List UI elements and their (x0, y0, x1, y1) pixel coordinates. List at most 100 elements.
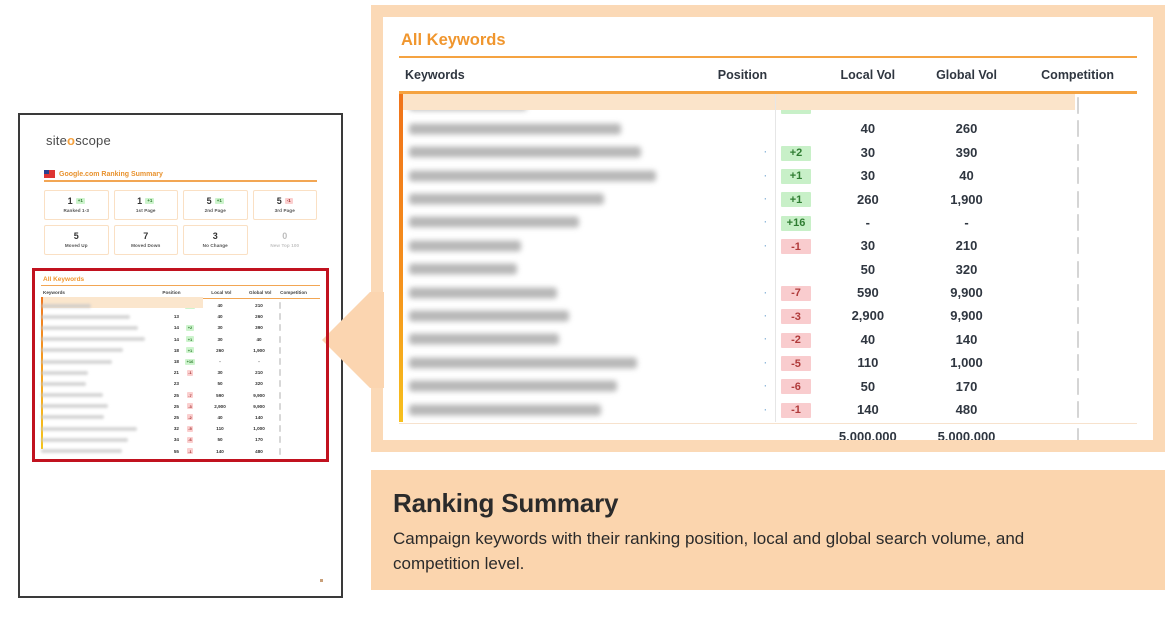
stat-value: 5 (276, 195, 282, 206)
stat-value-row: 3 (212, 230, 218, 241)
caption-panel: Ranking Summary Campaign keywords with t… (371, 470, 1165, 590)
blurred-keyword-text (409, 123, 621, 135)
stat-change-badge: +1 (75, 197, 85, 205)
position-cell: · (764, 194, 768, 205)
global-vol-cell: 480 (955, 402, 978, 418)
competition-cell (1018, 377, 1137, 395)
competition-cell (1018, 167, 1137, 185)
global-vol-cell: 390 (955, 144, 978, 160)
stat-value-row: 1 +1 (68, 196, 85, 206)
column-header-competition: Competition (1041, 68, 1115, 83)
stat-box-2nd-page[interactable]: 5 +1 2nd Page (183, 189, 248, 220)
stat-box-moved-down[interactable]: 7 Moved Down (113, 224, 178, 255)
blurred-keyword-text (409, 380, 617, 392)
global-vol-cell: 320 (955, 261, 978, 277)
position-cell: · (764, 334, 768, 345)
stat-caption: 1st Page (135, 207, 156, 213)
competition-cell (1018, 354, 1137, 372)
table-header-row: Keywords Position Local Vol Global Vol C… (399, 60, 1137, 91)
table-row[interactable]: · +1 30 40 (399, 164, 1137, 187)
change-cell: +2 (771, 144, 821, 161)
keyword-cell (399, 351, 692, 374)
competition-cell (1018, 143, 1137, 161)
local-vol-cell: 30 (860, 168, 876, 184)
stat-box-moved-up[interactable]: 5 Moved Up (44, 224, 109, 255)
table-row[interactable]: · -5 110 1,000 (399, 351, 1137, 374)
global-vol-cell: - (964, 214, 969, 230)
table-row[interactable]: 40 260 (399, 117, 1137, 140)
stat-value: 7 (143, 230, 149, 241)
competition-bar (1076, 143, 1079, 161)
position-cell: · (764, 357, 768, 368)
local-vol-cell: - (865, 214, 871, 230)
table-row[interactable]: · -3 2,900 9,900 (399, 304, 1137, 327)
table-row[interactable]: · +16 - - (399, 211, 1137, 234)
keyword-cell (399, 398, 692, 421)
stat-value: 1 (137, 195, 143, 206)
position-cell: · (764, 310, 768, 321)
change-badge: +2 (781, 145, 811, 161)
competition-bar (1076, 167, 1079, 185)
table-row[interactable]: · -1 30 210 (399, 234, 1137, 257)
table-row[interactable]: · -6 50 170 (399, 374, 1137, 397)
competition-bar (1076, 190, 1079, 208)
column-header-position: Position (717, 68, 768, 83)
local-vol-cell: 140 (856, 402, 879, 418)
table-row[interactable]: 50 320 (399, 258, 1137, 281)
report-header: Google.com Ranking Summary (44, 170, 327, 178)
change-cell: +1 (771, 167, 821, 184)
local-vol-cell: 40 (860, 121, 876, 137)
stat-value: 5 (206, 195, 212, 206)
change-badge: +16 (781, 215, 811, 231)
stat-box-no-change[interactable]: 3 No Change (183, 224, 248, 255)
stat-value-row: 7 (143, 230, 149, 241)
stat-box-ranked-1-3[interactable]: 1 +1 Ranked 1-3 (44, 189, 109, 220)
change-cell: -7 (771, 284, 821, 301)
blurred-keyword-text (409, 146, 641, 158)
competition-cell (1018, 401, 1137, 419)
stat-caption: No Change (202, 242, 228, 248)
global-vol-cell: 1,900 (950, 191, 983, 207)
stat-change-badge: +1 (145, 197, 155, 205)
stat-value: 3 (212, 230, 218, 241)
total-global-vol: 5,000,000 (937, 428, 996, 440)
global-vol-cell: 9,900 (950, 308, 983, 324)
change-badge: -1 (781, 402, 811, 418)
left-accent-bar (399, 93, 403, 422)
competition-cell (1018, 190, 1137, 208)
table-row[interactable]: · +2 30 390 (399, 141, 1137, 164)
column-header-global-vol: Global Vol (936, 68, 997, 83)
change-badge: -7 (781, 285, 811, 301)
blurred-keyword-text (409, 357, 637, 369)
panel-inner: All Keywords Keywords Position Local Vol… (383, 17, 1153, 440)
local-vol-cell: 30 (860, 144, 876, 160)
keywords-column-divider (775, 93, 776, 422)
keyword-cell (399, 258, 692, 281)
keyword-cell (399, 211, 692, 234)
local-vol-cell: 590 (856, 285, 879, 301)
change-cell: -1 (771, 401, 821, 418)
keyword-rows: ·+214021040260·+230390·+13040·+12601,900… (399, 94, 1137, 421)
table-row[interactable]: · -2 40 140 (399, 328, 1137, 351)
competition-bar (1076, 307, 1079, 325)
stat-value-row: 0 (282, 231, 287, 241)
position-cell: · (764, 170, 768, 181)
us-flag-icon (44, 170, 55, 178)
competition-bar (1076, 330, 1079, 348)
stat-box-new-top-100[interactable]: 0 New Top 100 (253, 225, 318, 255)
stat-box-1st-page[interactable]: 1 +1 1st Page (113, 189, 178, 220)
global-vol-cell: 9,900 (950, 285, 983, 301)
position-cell: · (764, 217, 768, 228)
stat-value: 5 (73, 230, 79, 241)
competition-cell (1018, 307, 1137, 325)
table-row[interactable]: · -1 140 480 (399, 398, 1137, 421)
caption-title: Ranking Summary (393, 488, 619, 518)
table-row[interactable]: · -7 590 9,900 (399, 281, 1137, 304)
table-row[interactable]: · +1 260 1,900 (399, 187, 1137, 210)
global-vol-cell: 210 (955, 238, 978, 254)
local-vol-cell: 260 (856, 191, 879, 207)
competition-bar (1076, 284, 1079, 302)
stat-change-badge: -1 (284, 197, 293, 205)
stat-box-3rd-page[interactable]: 5 -1 3rd Page (252, 189, 317, 220)
